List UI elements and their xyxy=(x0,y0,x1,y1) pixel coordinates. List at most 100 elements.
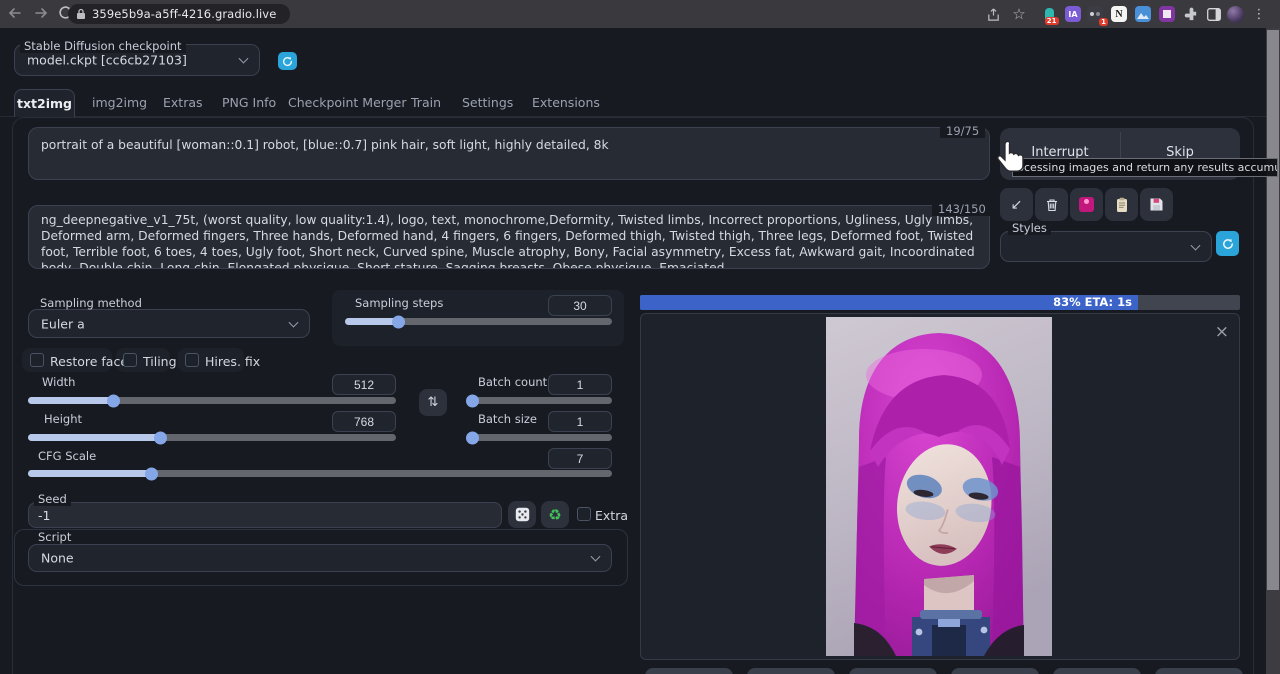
sampling-method-value: Euler a xyxy=(41,316,85,331)
extension-camera-icon[interactable]: 1 xyxy=(1086,5,1104,23)
gallery-action-button[interactable] xyxy=(1053,668,1141,674)
extensions-puzzle-icon[interactable] xyxy=(1182,5,1200,23)
swap-arrows-icon: ⇅ xyxy=(428,395,439,410)
width-slider[interactable] xyxy=(28,397,396,404)
prompt-input[interactable]: portrait of a beautiful [woman::0.1] rob… xyxy=(28,127,990,180)
arrow-down-left-icon: ↙ xyxy=(1011,197,1023,213)
styles-refresh-button[interactable] xyxy=(1216,231,1239,256)
batch-count-slider[interactable] xyxy=(468,397,612,404)
restore-faces-label: Restore faces xyxy=(50,354,135,369)
gallery-action-button[interactable] xyxy=(849,668,937,674)
extension-ia-icon[interactable]: IA xyxy=(1064,5,1082,23)
batch-count-label: Batch count xyxy=(478,375,547,389)
checkpoint-label: Stable Diffusion checkpoint xyxy=(20,39,186,53)
gallery-action-button[interactable] xyxy=(645,668,733,674)
apply-styles-button[interactable] xyxy=(1105,188,1138,221)
tab-extras[interactable]: Extras xyxy=(163,95,203,110)
forward-arrow-icon xyxy=(33,5,49,21)
chevron-down-icon xyxy=(239,54,249,64)
tab-checkpoint-merger[interactable]: Checkpoint Merger xyxy=(288,95,406,110)
random-seed-button[interactable] xyxy=(508,501,536,528)
app-window: 359e5b9a-a5ff-4216.gradio.live ☆ 21 IA 1… xyxy=(0,0,1280,674)
paste-generation-params-button[interactable]: ↙ xyxy=(1000,188,1033,221)
share-icon[interactable] xyxy=(984,5,1002,23)
width-input[interactable] xyxy=(332,374,396,395)
browser-menu-icon[interactable]: ⋮ xyxy=(1250,5,1268,23)
extension-pin-icon[interactable]: 21 xyxy=(1040,5,1058,23)
tab-extensions[interactable]: Extensions xyxy=(532,95,600,110)
script-value: None xyxy=(41,551,74,566)
gallery-action-button[interactable] xyxy=(747,668,835,674)
forward-button[interactable] xyxy=(32,5,50,23)
generated-image-preview[interactable] xyxy=(826,317,1052,656)
script-label: Script xyxy=(34,530,75,544)
profile-avatar[interactable] xyxy=(1226,5,1244,23)
extra-seed-checkbox[interactable] xyxy=(577,507,591,521)
extension-office-icon[interactable] xyxy=(1158,5,1176,23)
gallery-action-button[interactable] xyxy=(1155,668,1243,674)
styles-label: Styles xyxy=(1008,221,1051,235)
styles-select[interactable] xyxy=(1000,231,1212,262)
chevron-down-icon xyxy=(591,552,601,562)
sampling-steps-slider[interactable] xyxy=(345,318,612,325)
seed-input[interactable] xyxy=(28,502,502,528)
lock-icon xyxy=(76,8,86,20)
gallery-panel: × xyxy=(640,313,1240,660)
width-label: Width xyxy=(42,375,75,389)
progress-bar: 83% ETA: 1s xyxy=(640,295,1240,310)
cfg-scale-input[interactable] xyxy=(548,448,612,469)
hires-fix-label: Hires. fix xyxy=(205,354,260,369)
save-style-button[interactable] xyxy=(1140,188,1173,221)
hires-fix-checkbox[interactable] xyxy=(185,353,199,367)
extra-networks-button[interactable] xyxy=(1070,188,1103,221)
tab-txt2img[interactable]: txt2img xyxy=(14,89,75,117)
chevron-down-icon xyxy=(289,317,299,327)
refresh-icon xyxy=(1222,238,1234,250)
restore-faces-checkbox[interactable] xyxy=(30,353,44,367)
close-preview-button[interactable]: × xyxy=(1215,322,1229,342)
height-slider[interactable] xyxy=(28,434,396,441)
chevron-down-icon xyxy=(1191,240,1201,250)
sampling-method-select[interactable]: Euler a xyxy=(28,309,310,338)
tab-train[interactable]: Train xyxy=(411,95,441,110)
mouse-cursor-pointer xyxy=(994,138,1028,186)
swap-dimensions-button[interactable]: ⇅ xyxy=(419,389,447,416)
height-label: Height xyxy=(44,412,82,426)
extension-notion-icon[interactable]: N xyxy=(1110,5,1128,23)
batch-count-input[interactable] xyxy=(548,374,612,395)
clear-prompt-button[interactable] xyxy=(1035,188,1068,221)
checkpoint-refresh-button[interactable] xyxy=(278,52,297,70)
extra-networks-icon xyxy=(1079,197,1094,212)
tab-settings[interactable]: Settings xyxy=(462,95,513,110)
recycle-icon: ♻ xyxy=(548,506,561,524)
height-input[interactable] xyxy=(332,411,396,432)
sampling-method-label: Sampling method xyxy=(40,296,142,310)
back-button[interactable] xyxy=(6,5,24,23)
back-arrow-icon xyxy=(7,5,23,21)
bookmark-star-icon[interactable]: ☆ xyxy=(1010,5,1028,23)
tab-png-info[interactable]: PNG Info xyxy=(222,95,276,110)
sampling-steps-label: Sampling steps xyxy=(355,296,443,310)
reuse-seed-button[interactable]: ♻ xyxy=(541,501,569,528)
tab-img2img[interactable]: img2img xyxy=(92,95,147,110)
prompt-token-counter: 19/75 xyxy=(940,124,985,138)
tiling-label: Tiling xyxy=(143,354,177,369)
dice-icon xyxy=(515,507,530,522)
scrollbar-track[interactable] xyxy=(1266,28,1280,674)
extension-photos-icon[interactable] xyxy=(1134,5,1152,23)
seed-label: Seed xyxy=(34,492,71,506)
gallery-action-button[interactable] xyxy=(951,668,1039,674)
tab-bar: txt2img img2img Extras PNG Info Checkpoi… xyxy=(0,89,1280,117)
camera-badge: 1 xyxy=(1099,18,1108,26)
script-select[interactable]: None xyxy=(28,544,612,572)
batch-size-input[interactable] xyxy=(548,411,612,432)
batch-size-slider[interactable] xyxy=(468,434,612,441)
cfg-scale-slider[interactable] xyxy=(28,470,612,477)
tiling-checkbox[interactable] xyxy=(123,353,137,367)
sidebar-toggle-icon[interactable] xyxy=(1205,5,1223,23)
scrollbar-thumb[interactable] xyxy=(1267,30,1279,590)
url-box[interactable]: 359e5b9a-a5ff-4216.gradio.live xyxy=(68,4,290,24)
sampling-steps-input[interactable] xyxy=(548,295,612,316)
interrupt-tooltip: rocessing images and return any results … xyxy=(1012,158,1278,177)
negative-prompt-input[interactable]: ng_deepnegative_v1_75t, (worst quality, … xyxy=(28,205,990,269)
